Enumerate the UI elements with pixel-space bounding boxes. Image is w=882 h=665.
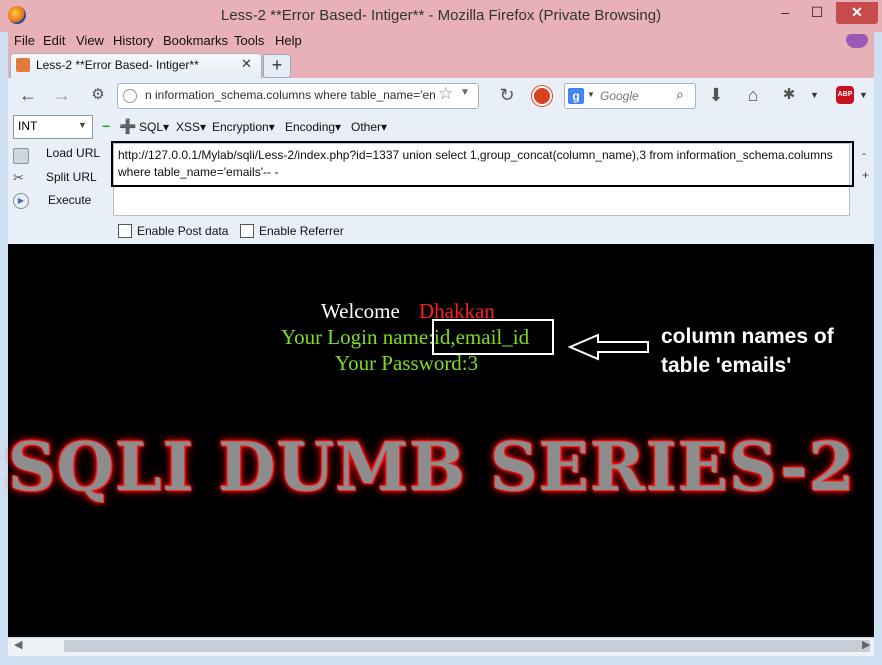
maximize-button[interactable]: ☐: [802, 2, 832, 24]
hackbar-menu-encryption[interactable]: Encryption▾: [212, 120, 275, 134]
split-url-button[interactable]: Split URL: [46, 170, 97, 184]
url-dropdown-icon[interactable]: ▼: [460, 87, 470, 98]
enable-post-label: Enable Post data: [137, 224, 229, 238]
adblock-plus-icon[interactable]: ABP: [836, 86, 854, 104]
firebug-icon[interactable]: ✱: [777, 84, 801, 106]
google-engine-icon[interactable]: g: [568, 88, 584, 104]
enable-referrer-checkbox[interactable]: [240, 224, 254, 238]
series-banner: SQLI DUMB SERIES-2: [8, 428, 856, 506]
enable-referrer-label: Enable Referrer: [259, 224, 344, 238]
menu-help[interactable]: Help: [275, 33, 302, 48]
hackbar-menu-other[interactable]: Other▾: [351, 120, 387, 134]
menu-bookmarks[interactable]: Bookmarks: [163, 33, 228, 48]
page-identity-icon[interactable]: ⚙: [86, 84, 110, 106]
close-window-button[interactable]: ✕: [836, 2, 878, 24]
scroll-left-icon[interactable]: ◀: [14, 638, 22, 651]
annotation-arrow-icon: [568, 333, 649, 361]
increase-icon[interactable]: ➕: [119, 118, 136, 135]
load-url-button[interactable]: Load URL: [46, 146, 100, 160]
window-title: Less-2 **Error Based- Intiger** - Mozill…: [220, 7, 662, 24]
search-placeholder: Google: [600, 89, 639, 103]
adblock-dropdown-icon[interactable]: ▼: [859, 90, 868, 100]
search-engine-dropdown-icon[interactable]: ▼: [587, 90, 595, 99]
menu-view[interactable]: View: [76, 33, 104, 48]
login-name-label: Your Login name:: [281, 325, 435, 349]
back-arrow-icon[interactable]: ←: [16, 84, 40, 106]
globe-icon: [123, 89, 137, 103]
hackbar-menu-sql[interactable]: SQL▾: [139, 120, 169, 134]
page-favicon-icon: [16, 58, 30, 72]
reload-icon[interactable]: ↻: [495, 84, 519, 106]
menu-history[interactable]: History: [113, 33, 153, 48]
forward-arrow-icon[interactable]: →: [50, 84, 74, 106]
result-highlight-box: [432, 319, 554, 355]
annotation-line-2: table 'emails': [661, 354, 792, 377]
hackbar-url-text: http://127.0.0.1/Mylab/sqli/Less-2/index…: [118, 148, 833, 179]
bookmark-star-icon[interactable]: ☆: [438, 84, 453, 104]
home-icon[interactable]: ⌂: [741, 84, 765, 106]
textarea-minus-icon[interactable]: -: [862, 146, 866, 160]
execute-play-icon: ▶: [13, 193, 29, 209]
private-browsing-mask-icon: [846, 34, 868, 48]
select-chevron-icon: ▼: [78, 120, 87, 130]
downloads-icon[interactable]: ⬇: [704, 84, 728, 106]
scissors-icon: ✂: [13, 170, 24, 185]
firebug-dropdown-icon[interactable]: ▼: [810, 90, 819, 100]
annotation-line-1: column names of: [661, 325, 834, 348]
hackbar-menu-encoding[interactable]: Encoding▾: [285, 120, 341, 134]
search-magnifier-icon[interactable]: ⌕: [676, 86, 684, 103]
execute-button[interactable]: Execute: [48, 193, 91, 207]
load-url-icon: [13, 148, 29, 164]
hackbar-menu-xss[interactable]: XSS▾: [176, 120, 206, 134]
noscript-icon[interactable]: [532, 86, 552, 106]
tab-close-icon[interactable]: ✕: [241, 56, 252, 72]
annotation-text: column names of table 'emails': [661, 322, 834, 380]
menu-tools[interactable]: Tools: [234, 33, 264, 48]
menu-edit[interactable]: Edit: [43, 33, 65, 48]
type-select-value: INT: [18, 119, 38, 133]
scrollbar-thumb[interactable]: [64, 640, 870, 652]
textarea-plus-icon[interactable]: +: [862, 168, 869, 182]
tab-label: Less-2 **Error Based- Intiger**: [36, 58, 199, 72]
welcome-text: Welcome: [321, 299, 400, 323]
new-tab-button[interactable]: +: [263, 54, 291, 78]
decrease-icon[interactable]: −: [102, 118, 110, 134]
menu-file[interactable]: File: [14, 33, 35, 48]
url-bar-text: n information_schema.columns where table…: [145, 88, 435, 102]
enable-post-checkbox[interactable]: [118, 224, 132, 238]
scroll-right-icon[interactable]: ▶: [862, 638, 870, 651]
minimize-button[interactable]: –: [770, 2, 800, 24]
